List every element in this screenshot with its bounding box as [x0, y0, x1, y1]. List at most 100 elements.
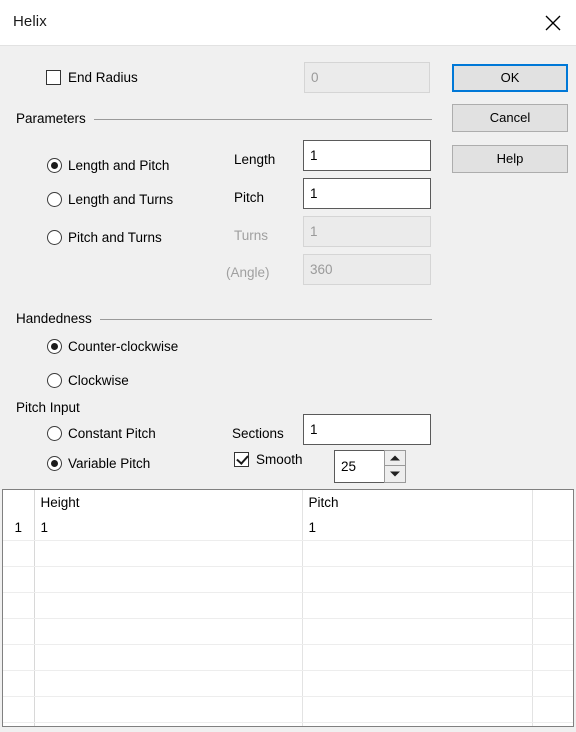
- smooth-checkbox[interactable]: Smooth: [234, 452, 303, 467]
- radio-constant-pitch-label: Constant Pitch: [68, 426, 156, 441]
- table-row[interactable]: [3, 670, 573, 697]
- table-cell-pitch[interactable]: [302, 722, 533, 726]
- smooth-label: Smooth: [256, 452, 303, 467]
- pitch-input-group-label: Pitch Input: [16, 400, 88, 415]
- table-cell-index: 1: [3, 515, 35, 541]
- table-cell-tail[interactable]: [532, 644, 573, 671]
- help-button[interactable]: Help: [452, 145, 568, 173]
- table-header-tail: [532, 490, 573, 515]
- table-cell-height[interactable]: [34, 540, 303, 567]
- table-header-index: [3, 490, 35, 515]
- spinner-down-arrow-icon: [390, 471, 400, 477]
- radio-length-and-turns-label: Length and Turns: [68, 192, 174, 207]
- table-cell-tail[interactable]: [532, 566, 573, 593]
- table-row[interactable]: [3, 722, 573, 726]
- table-row[interactable]: [3, 644, 573, 671]
- radio-counter-clockwise[interactable]: Counter-clockwise: [47, 339, 178, 354]
- radio-length-and-pitch-circle: [47, 158, 62, 173]
- radio-pitch-and-turns-circle: [47, 230, 62, 245]
- table-cell-pitch[interactable]: [302, 566, 533, 593]
- pitch-table[interactable]: Height Pitch 111: [2, 489, 574, 727]
- spinner-up-button[interactable]: [384, 450, 406, 466]
- end-radius-checkbox-box: [46, 70, 61, 85]
- table-header-height[interactable]: Height: [34, 490, 303, 515]
- radio-pitch-and-turns[interactable]: Pitch and Turns: [47, 230, 162, 245]
- table-cell-height[interactable]: [34, 644, 303, 671]
- smooth-value-input[interactable]: [334, 450, 384, 483]
- pitch-table-body: 111: [3, 515, 573, 726]
- table-row[interactable]: [3, 540, 573, 567]
- radio-constant-pitch[interactable]: Constant Pitch: [47, 426, 156, 441]
- table-cell-height[interactable]: [34, 670, 303, 697]
- table-cell-tail[interactable]: [532, 515, 573, 541]
- table-row[interactable]: 111: [3, 515, 573, 541]
- table-header-pitch[interactable]: Pitch: [302, 490, 533, 515]
- table-cell-pitch[interactable]: [302, 540, 533, 567]
- table-cell-height[interactable]: [34, 696, 303, 723]
- close-button[interactable]: [530, 0, 576, 45]
- spinner-up-arrow-icon: [390, 455, 400, 461]
- turns-input[interactable]: [303, 216, 431, 247]
- cancel-button[interactable]: Cancel: [452, 104, 568, 132]
- table-cell-tail[interactable]: [532, 722, 573, 726]
- end-radius-label: End Radius: [68, 70, 138, 85]
- radio-length-and-pitch-label: Length and Pitch: [68, 158, 170, 173]
- pitch-input[interactable]: [303, 178, 431, 209]
- sections-input[interactable]: [303, 414, 431, 445]
- radio-counter-clockwise-label: Counter-clockwise: [68, 339, 179, 354]
- table-cell-pitch[interactable]: [302, 592, 533, 619]
- turns-field-label: Turns: [234, 228, 269, 243]
- table-cell-height[interactable]: [34, 722, 303, 726]
- dialog-footer-strip: [0, 728, 576, 732]
- table-cell-tail[interactable]: [532, 592, 573, 619]
- title-bar: Helix: [0, 0, 576, 46]
- table-cell-pitch[interactable]: [302, 618, 533, 645]
- angle-field-label: (Angle): [226, 265, 270, 280]
- helix-dialog: Helix OK Cancel Help End Radius Paramete…: [0, 0, 576, 732]
- table-cell-height[interactable]: [34, 566, 303, 593]
- table-cell-height[interactable]: [34, 618, 303, 645]
- radio-length-and-turns-circle: [47, 192, 62, 207]
- table-cell-pitch[interactable]: [302, 644, 533, 671]
- radio-clockwise-circle: [47, 373, 62, 388]
- table-cell-tail[interactable]: [532, 670, 573, 697]
- spinner-down-button[interactable]: [384, 466, 406, 483]
- end-radius-checkbox[interactable]: End Radius: [46, 70, 138, 85]
- table-row[interactable]: [3, 696, 573, 723]
- table-cell-index: [3, 670, 35, 697]
- ok-button[interactable]: OK: [452, 64, 568, 92]
- radio-clockwise[interactable]: Clockwise: [47, 373, 129, 388]
- smooth-checkbox-box: [234, 452, 249, 467]
- table-cell-pitch[interactable]: [302, 670, 533, 697]
- radio-constant-pitch-circle: [47, 426, 62, 441]
- radio-variable-pitch-circle: [47, 456, 62, 471]
- table-row[interactable]: [3, 592, 573, 619]
- radio-variable-pitch[interactable]: Variable Pitch: [47, 456, 150, 471]
- table-cell-pitch[interactable]: 1: [302, 515, 533, 541]
- smooth-spinner: [334, 450, 406, 483]
- table-row[interactable]: [3, 618, 573, 645]
- table-cell-tail[interactable]: [532, 618, 573, 645]
- radio-pitch-and-turns-label: Pitch and Turns: [68, 230, 162, 245]
- table-cell-index: [3, 592, 35, 619]
- length-field-label: Length: [234, 152, 276, 167]
- parameters-group-label: Parameters: [16, 111, 94, 126]
- table-header-row: Height Pitch: [3, 490, 573, 515]
- radio-length-and-turns[interactable]: Length and Turns: [47, 192, 173, 207]
- length-input[interactable]: [303, 140, 431, 171]
- table-cell-tail[interactable]: [532, 696, 573, 723]
- angle-input[interactable]: [303, 254, 431, 285]
- end-radius-input[interactable]: [304, 62, 430, 93]
- radio-length-and-pitch[interactable]: Length and Pitch: [47, 158, 169, 173]
- table-cell-tail[interactable]: [532, 540, 573, 567]
- table-cell-pitch[interactable]: [302, 696, 533, 723]
- table-cell-index: [3, 644, 35, 671]
- window-title: Helix: [13, 13, 47, 30]
- table-cell-index: [3, 618, 35, 645]
- table-cell-index: [3, 540, 35, 567]
- table-cell-height[interactable]: 1: [34, 515, 303, 541]
- table-row[interactable]: [3, 566, 573, 593]
- table-cell-height[interactable]: [34, 592, 303, 619]
- close-icon: [545, 15, 561, 31]
- table-cell-index: [3, 722, 35, 726]
